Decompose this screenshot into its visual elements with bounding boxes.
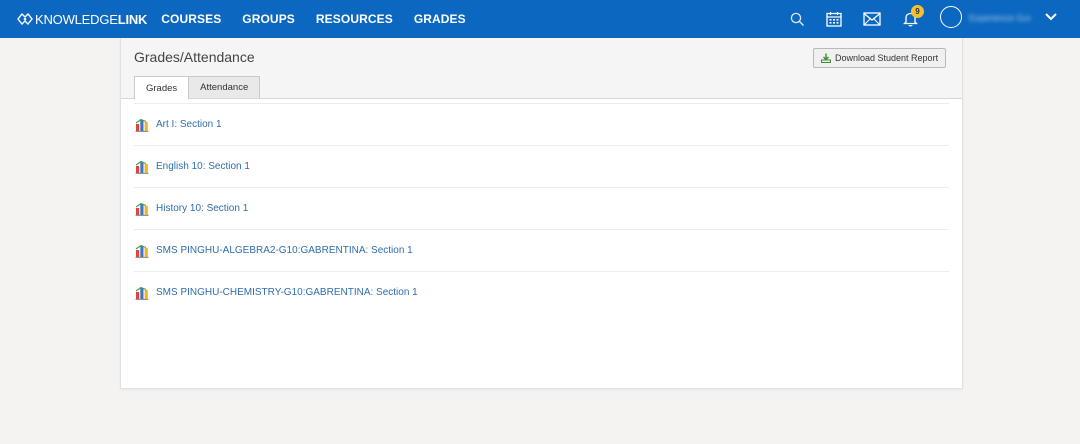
- nav-courses[interactable]: COURSES: [161, 12, 221, 26]
- course-item[interactable]: History 10: Section 1: [134, 188, 949, 230]
- messages-button[interactable]: [855, 0, 889, 38]
- calendar-icon: [826, 12, 842, 27]
- notifications-button[interactable]: 9: [893, 0, 927, 38]
- notifications-count-badge: 9: [911, 5, 924, 18]
- course-list: Art I: Section 1 English 10: Section 1 H…: [134, 104, 949, 313]
- bar-chart-icon: [135, 202, 149, 216]
- course-item[interactable]: English 10: Section 1: [134, 146, 949, 188]
- bar-chart-icon: [135, 244, 149, 258]
- course-item[interactable]: SMS PINGHU-ALGEBRA2-G10:GABRENTINA: Sect…: [134, 230, 949, 272]
- user-name[interactable]: Experience Gui: [969, 13, 1035, 22]
- course-link[interactable]: Art I: Section 1: [156, 119, 222, 130]
- nav-grades[interactable]: GRADES: [414, 12, 466, 26]
- course-link[interactable]: SMS PINGHU-CHEMISTRY-G10:GABRENTINA: Sec…: [156, 287, 418, 298]
- download-student-report-button[interactable]: Download Student Report: [813, 48, 947, 68]
- page-title: Grades/Attendance: [134, 49, 255, 65]
- bar-chart-icon: [135, 118, 149, 132]
- nav-groups[interactable]: GROUPS: [242, 12, 295, 26]
- course-link[interactable]: English 10: Section 1: [156, 161, 250, 172]
- course-link[interactable]: SMS PINGHU-ALGEBRA2-G10:GABRENTINA: Sect…: [156, 245, 413, 256]
- calendar-button[interactable]: [817, 0, 851, 38]
- main-nav: COURSES GROUPS RESOURCES GRADES: [161, 12, 487, 26]
- tab-attendance[interactable]: Attendance: [188, 76, 261, 98]
- bar-chart-icon: [135, 286, 149, 300]
- download-icon: [821, 53, 831, 63]
- logo-mark-icon: [17, 13, 33, 25]
- tab-bar: Grades Attendance: [134, 76, 261, 99]
- course-item[interactable]: Art I: Section 1: [134, 104, 949, 146]
- nav-resources[interactable]: RESOURCES: [316, 12, 393, 26]
- logo-text-knowledge: KNOWLEDGE: [35, 11, 118, 27]
- download-button-label: Download Student Report: [835, 53, 939, 63]
- top-icons: 9: [780, 0, 927, 38]
- search-icon: [790, 12, 804, 26]
- search-button[interactable]: [780, 0, 814, 38]
- user-avatar[interactable]: [940, 6, 962, 28]
- course-item[interactable]: SMS PINGHU-CHEMISTRY-G10:GABRENTINA: Sec…: [134, 272, 949, 313]
- knowledgelink-logo[interactable]: KNOWLEDGE LINK: [17, 12, 147, 27]
- course-link[interactable]: History 10: Section 1: [156, 203, 248, 214]
- logo-text-link: LINK: [117, 11, 148, 27]
- mail-icon: [863, 12, 881, 26]
- tab-grades[interactable]: Grades: [134, 76, 190, 99]
- grades-panel: Grades/Attendance Download Student Repor…: [120, 38, 963, 389]
- chevron-down-icon[interactable]: [1044, 11, 1058, 23]
- bar-chart-icon: [135, 160, 149, 174]
